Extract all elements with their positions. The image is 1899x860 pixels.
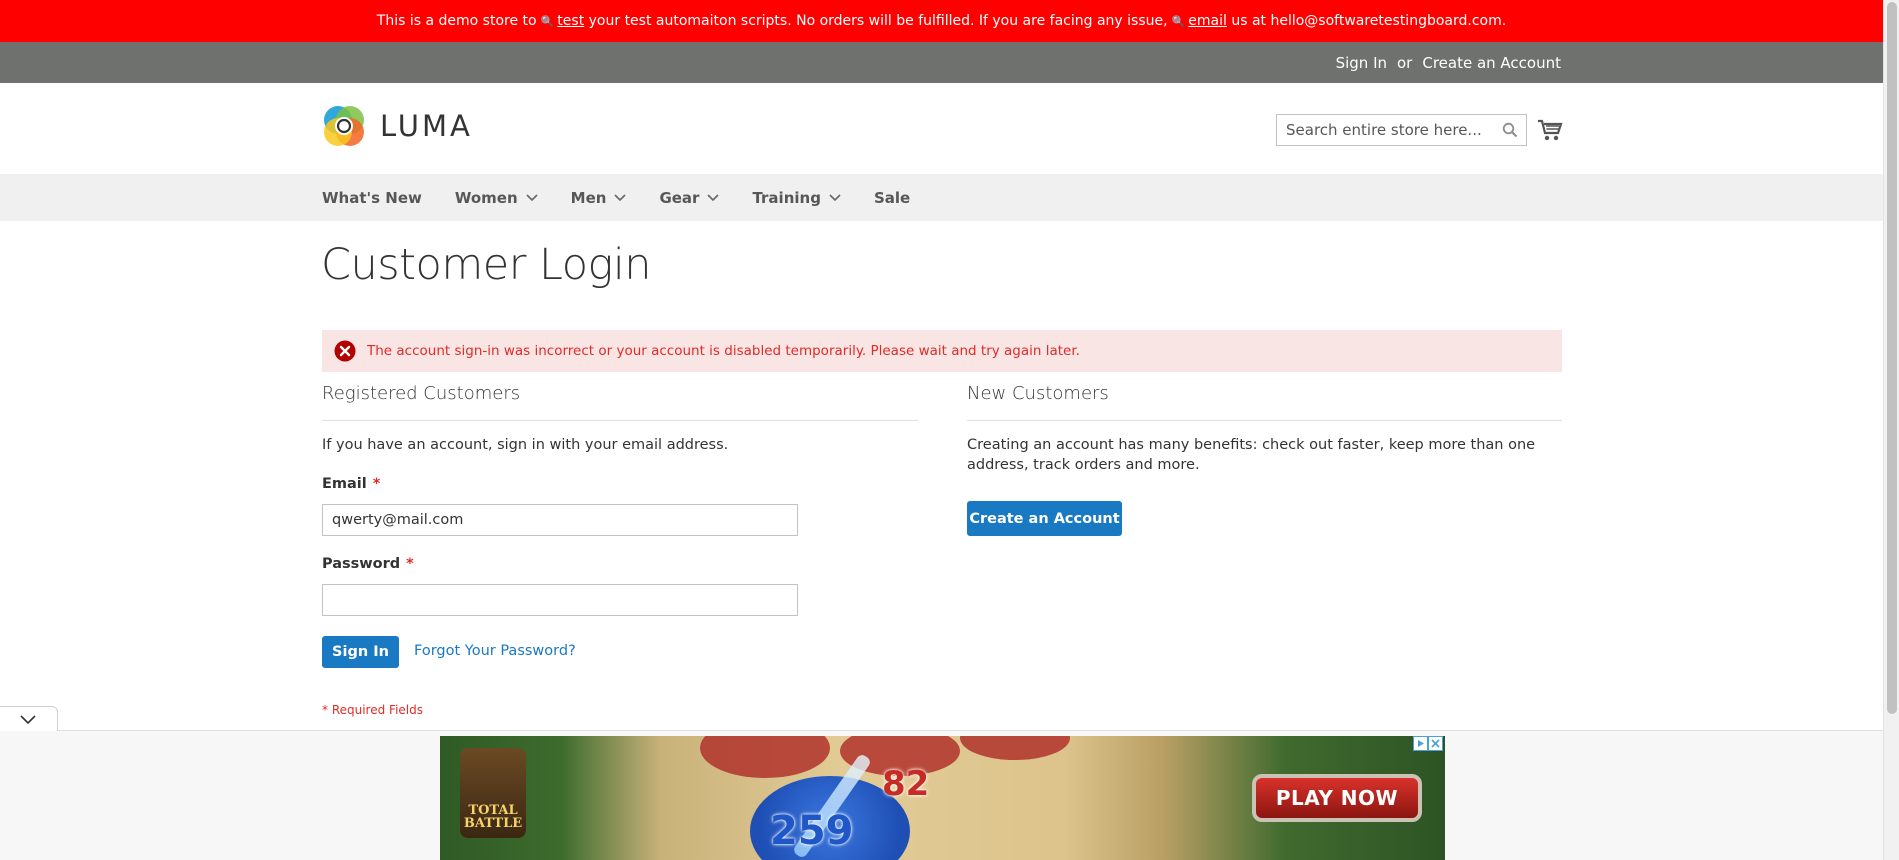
required-asterisk: * xyxy=(406,556,414,572)
error-text: The account sign-in was incorrect or you… xyxy=(367,343,1080,359)
header-top-links: Sign In or Create an Account xyxy=(0,42,1883,83)
nav-item-sale[interactable]: Sale xyxy=(874,189,910,207)
or-separator: or xyxy=(1397,53,1413,72)
ad-collapse-toggle[interactable] xyxy=(0,706,58,731)
new-customers-intro: Creating an account has many benefits: c… xyxy=(967,437,1536,473)
luma-logo-icon xyxy=(322,104,366,148)
banner-text-1: This is a demo store to xyxy=(376,13,537,29)
create-account-link[interactable]: Create an Account xyxy=(1422,54,1561,72)
chevron-down-icon xyxy=(20,715,36,725)
ad-choices-icon[interactable] xyxy=(1413,736,1428,751)
divider xyxy=(322,420,918,421)
email-field[interactable] xyxy=(322,504,798,536)
magnifier-icon: 🔍 xyxy=(1171,14,1186,28)
ad-brand-text: TOTAL BATTLE xyxy=(463,803,523,831)
nav-item-women[interactable]: Women xyxy=(455,189,538,207)
registered-customers-title: Registered Customers xyxy=(322,383,521,404)
nav-label: Training xyxy=(752,188,821,207)
ad-red-army xyxy=(960,736,1070,760)
header: LUMA xyxy=(0,83,1883,174)
email-label-text: Email xyxy=(322,476,367,492)
nav-label: Women xyxy=(454,188,518,207)
nav-label: Men xyxy=(570,188,607,207)
chevron-down-icon xyxy=(829,193,841,201)
ad-blue-number: 259 xyxy=(770,808,854,854)
ad-cta-text: PLAY NOW xyxy=(1275,786,1399,810)
ad-brand-logo: TOTAL BATTLE xyxy=(460,748,526,838)
nav-item-training[interactable]: Training xyxy=(752,188,841,207)
logo-text: LUMA xyxy=(380,109,473,143)
ad-banner[interactable]: 82 259 TOTAL BATTLE PLAY NOW xyxy=(440,736,1445,860)
password-label-text: Password xyxy=(322,556,401,572)
new-customers-title: New Customers xyxy=(967,383,1109,404)
error-message: The account sign-in was incorrect or you… xyxy=(322,330,1562,372)
required-fields-note: * Required Fields xyxy=(322,703,423,717)
nav-label: Sale xyxy=(873,188,911,207)
password-label: Password * xyxy=(322,556,414,572)
chevron-down-icon xyxy=(526,193,538,201)
nav-item-gear[interactable]: Gear xyxy=(659,188,720,207)
banner-text-2: your test automaiton scripts. No orders … xyxy=(588,13,1168,29)
nav-label: Gear xyxy=(659,188,700,207)
email-label: Email * xyxy=(322,476,380,492)
nav-label: What's New xyxy=(322,188,422,207)
demo-store-banner: This is a demo store to 🔍 test your test… xyxy=(0,0,1883,42)
error-icon xyxy=(334,340,356,362)
sign-in-link[interactable]: Sign In xyxy=(1336,54,1387,72)
ad-play-now-button[interactable]: PLAY NOW xyxy=(1252,774,1422,822)
scrollbar-thumb[interactable] xyxy=(1887,2,1897,714)
sign-in-button[interactable]: Sign In xyxy=(322,636,399,668)
magnifier-icon: 🔍 xyxy=(540,14,555,28)
nav-item-men[interactable]: Men xyxy=(571,189,627,207)
create-account-button[interactable]: Create an Account xyxy=(967,501,1122,536)
search-input[interactable] xyxy=(1277,115,1487,145)
page-title: Customer Login xyxy=(321,240,652,290)
chevron-down-icon xyxy=(614,193,627,201)
required-asterisk: * xyxy=(372,476,381,492)
search-box xyxy=(1276,114,1527,146)
banner-test-link[interactable]: test xyxy=(557,13,584,29)
forgot-password-link[interactable]: Forgot Your Password? xyxy=(414,643,576,659)
nav-item-whats-new[interactable]: What's New xyxy=(322,189,422,207)
close-icon[interactable] xyxy=(1428,736,1443,751)
banner-email-link[interactable]: email xyxy=(1188,13,1227,29)
cart-icon[interactable] xyxy=(1537,118,1563,142)
search-icon[interactable] xyxy=(1502,122,1518,138)
password-field[interactable] xyxy=(322,584,798,616)
registered-intro: If you have an account, sign in with you… xyxy=(322,437,729,453)
page-scrollbar[interactable] xyxy=(1883,0,1899,860)
divider xyxy=(967,420,1562,421)
ad-red-number: 82 xyxy=(882,764,930,804)
main-nav: What's New Women Men Gear Training Sale xyxy=(0,174,1883,221)
banner-text-3: us at hello@softwaretestingboard.com. xyxy=(1231,13,1507,29)
logo[interactable]: LUMA xyxy=(322,104,473,148)
ad-red-army xyxy=(700,736,830,778)
chevron-down-icon xyxy=(707,193,720,201)
